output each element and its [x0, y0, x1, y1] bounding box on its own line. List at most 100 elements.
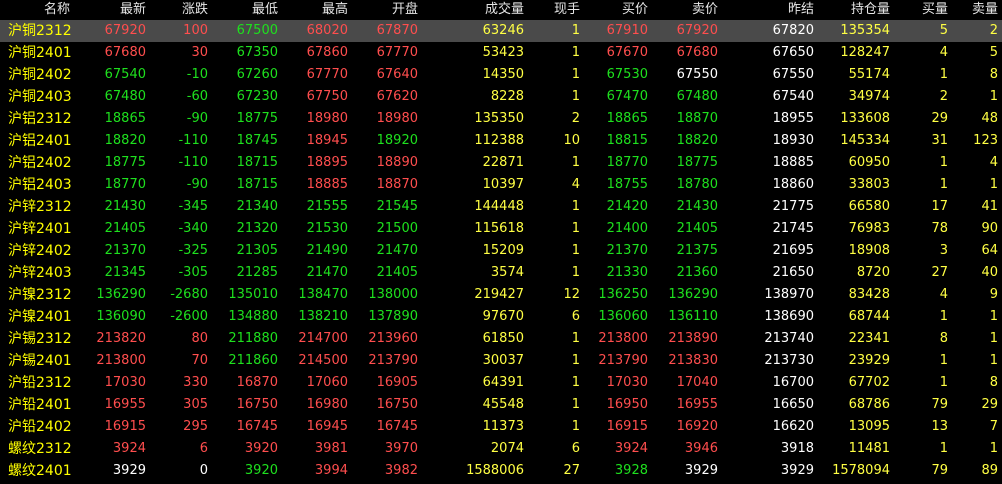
contract-name-cell: 沪铝2403 — [8, 177, 72, 193]
price-change-cell: -345 — [178, 199, 208, 214]
bid-volume-cell: 79 — [931, 463, 948, 478]
header-low[interactable]: 最低 — [212, 0, 282, 20]
bid-volume-cell: 1 — [939, 177, 948, 192]
table-row[interactable]: 沪铝2401 18820 -110 18745 18945 18920 112388 10 18… — [0, 130, 1002, 152]
table-row[interactable]: 沪铝2402 18775 -110 18715 18895 18890 22871 1 1877… — [0, 152, 1002, 174]
last-price-cell: 136090 — [96, 309, 146, 324]
ask-price-cell: 16955 — [676, 397, 718, 412]
header-volume[interactable]: 成交量 — [422, 0, 528, 20]
table-row[interactable]: 沪铅2402 16915 295 16745 16945 16745 11373 1 16915… — [0, 416, 1002, 438]
last-price-cell: 67480 — [104, 89, 146, 104]
prev-settle-cell: 18885 — [772, 155, 814, 170]
tick-volume-cell: 1 — [571, 199, 580, 214]
contract-name-cell: 沪铝2401 — [8, 133, 72, 149]
high-price-cell: 3981 — [314, 441, 348, 456]
contract-name-cell: 沪锌2403 — [8, 265, 72, 281]
table-row[interactable]: 沪锌2402 21370 -325 21305 21490 21470 15209 1 2137… — [0, 240, 1002, 262]
bid-price-cell: 21400 — [606, 221, 648, 236]
table-row[interactable]: 沪铜2402 67540 -10 67260 67770 67640 14350 1 67530… — [0, 64, 1002, 86]
header-open[interactable]: 开盘 — [352, 0, 422, 20]
prev-settle-cell: 21695 — [772, 243, 814, 258]
high-price-cell: 67860 — [306, 45, 348, 60]
tick-volume-cell: 1 — [528, 20, 584, 42]
table-row[interactable]: 螺纹2401 3929 0 3920 3994 3982 1588006 27 3928 3929… — [0, 460, 1002, 482]
table-row[interactable]: 沪铅2401 16955 305 16750 16980 16750 45548 1 16950… — [0, 394, 1002, 416]
header-name[interactable]: 名称 — [0, 0, 84, 20]
high-price-cell: 138210 — [298, 309, 348, 324]
prev-settle-cell: 16620 — [772, 419, 814, 434]
header-open-interest[interactable]: 持仓量 — [818, 0, 894, 20]
table-row[interactable]: 沪锡2312 213820 80 211880 214700 213960 61850 1 21… — [0, 328, 1002, 350]
table-row[interactable]: 沪铅2312 17030 330 16870 17060 16905 64391 1 17030… — [0, 372, 1002, 394]
volume-cell: 45548 — [482, 397, 524, 412]
low-price-cell: 16745 — [236, 419, 278, 434]
table-row[interactable]: 沪锡2401 213800 70 211860 214500 213790 30037 1 21… — [0, 350, 1002, 372]
bid-price-cell: 18865 — [606, 111, 648, 126]
table-row[interactable]: 沪铝2312 18865 -90 18775 18980 18980 135350 2 1886… — [0, 108, 1002, 130]
table-row[interactable]: 沪镍2312 136290 -2680 135010 138470 138000 21942… — [0, 284, 1002, 306]
high-price-cell: 18885 — [306, 177, 348, 192]
bid-volume-cell: 1 — [939, 441, 948, 456]
table-row[interactable]: 螺纹2312 3924 6 3920 3981 3970 2074 6 3924 3946 3918… — [0, 438, 1002, 460]
table-row[interactable]: 沪锌2312 21430 -345 21340 21555 21545 144448 1 214… — [0, 196, 1002, 218]
header-tick-volume[interactable]: 现手 — [528, 0, 584, 20]
open-interest-cell: 133608 — [840, 111, 890, 126]
high-price-cell: 17060 — [306, 375, 348, 390]
prev-settle-cell: 21650 — [772, 265, 814, 280]
contract-name-cell: 沪铜2401 — [8, 45, 72, 61]
header-last[interactable]: 最新 — [84, 0, 150, 20]
ask-price-cell: 18780 — [676, 177, 718, 192]
header-bid-volume[interactable]: 买量 — [894, 0, 952, 20]
price-change-cell: -90 — [186, 177, 208, 192]
ask-price-cell: 136290 — [668, 287, 718, 302]
table-row[interactable]: 沪铝2403 18770 -90 18715 18885 18870 10397 4 18755… — [0, 174, 1002, 196]
header-ask-volume[interactable]: 卖量 — [952, 0, 1002, 20]
tick-volume-cell: 1 — [571, 45, 580, 60]
bid-volume-cell: 17 — [931, 199, 948, 214]
contract-name-cell: 沪铜2403 — [8, 89, 72, 105]
ask-volume-cell: 9 — [989, 287, 998, 302]
header-ask[interactable]: 卖价 — [652, 0, 722, 20]
prev-settle-cell: 67820 — [722, 20, 818, 42]
price-change-cell: 80 — [191, 331, 208, 346]
contract-name-cell: 沪镍2312 — [8, 287, 72, 303]
ask-volume-cell: 8 — [989, 67, 998, 82]
low-price-cell: 16870 — [236, 375, 278, 390]
ask-volume-cell: 123 — [973, 133, 998, 148]
tick-volume-cell: 12 — [563, 287, 580, 302]
table-row[interactable]: 沪铜2403 67480 -60 67230 67750 67620 8228 1 67470 6… — [0, 86, 1002, 108]
volume-cell: 10397 — [482, 177, 524, 192]
open-price-cell: 18920 — [376, 133, 418, 148]
header-change[interactable]: 涨跌 — [150, 0, 212, 20]
tick-volume-cell: 1 — [571, 89, 580, 104]
header-high[interactable]: 最高 — [282, 0, 352, 20]
open-price-cell: 3982 — [384, 463, 418, 478]
open-price-cell: 16905 — [376, 375, 418, 390]
high-price-cell: 21470 — [306, 265, 348, 280]
open-price-cell: 21470 — [376, 243, 418, 258]
open-interest-cell: 11481 — [848, 441, 890, 456]
open-price-cell: 18980 — [376, 111, 418, 126]
high-price-cell: 21490 — [306, 243, 348, 258]
table-row[interactable]: 沪铜2312 67920 100 67500 68020 67870 63246 1 67910… — [0, 20, 1002, 42]
volume-cell: 3574 — [490, 265, 524, 280]
tick-volume-cell: 1 — [571, 67, 580, 82]
volume-cell: 22871 — [482, 155, 524, 170]
table-row[interactable]: 沪铜2401 67680 30 67350 67860 67770 53423 1 67670 6… — [0, 42, 1002, 64]
header-prev-settle[interactable]: 昨结 — [722, 0, 818, 20]
header-bid[interactable]: 买价 — [584, 0, 652, 20]
bid-price-cell: 67530 — [606, 67, 648, 82]
tick-volume-cell: 1 — [571, 419, 580, 434]
table-row[interactable]: 沪锌2403 21345 -305 21285 21470 21405 3574 1 21330… — [0, 262, 1002, 284]
contract-name-cell: 螺纹2312 — [8, 441, 72, 457]
open-price-cell: 67870 — [352, 20, 422, 42]
table-row[interactable]: 沪镍2401 136090 -2600 134880 138210 137890 97670… — [0, 306, 1002, 328]
bid-volume-cell: 4 — [939, 287, 948, 302]
ask-price-cell: 3929 — [684, 463, 718, 478]
ask-volume-cell: 1 — [989, 89, 998, 104]
table-row[interactable]: 沪锌2401 21405 -340 21320 21530 21500 115618 1 214… — [0, 218, 1002, 240]
prev-settle-cell: 18955 — [772, 111, 814, 126]
price-change-cell: 295 — [183, 419, 208, 434]
volume-cell: 1588006 — [466, 463, 524, 478]
futures-quote-table: 名称 最新 涨跌 最低 最高 开盘 成交量 现手 买价 卖价 昨结 持仓量 买量… — [0, 0, 1002, 482]
